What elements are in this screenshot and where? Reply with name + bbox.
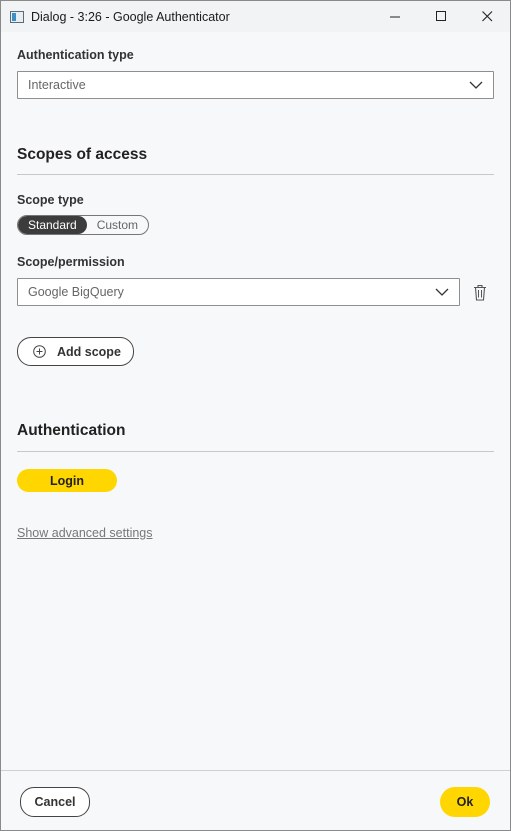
auth-type-label: Authentication type [17,48,134,62]
minimize-button[interactable] [372,1,418,32]
scope-permission-row: Google BigQuery [17,278,494,306]
ok-button[interactable]: Ok [440,787,490,817]
scopes-section-title: Scopes of access [17,146,148,163]
maximize-icon [435,11,446,21]
show-advanced-settings-link[interactable]: Show advanced settings [17,526,153,540]
scope-type-standard[interactable]: Standard [18,216,87,234]
close-icon [481,11,492,22]
scope-type-custom[interactable]: Custom [87,216,148,234]
cancel-button[interactable]: Cancel [20,787,90,817]
window-title: Dialog - 3:26 - Google Authenticator [31,9,230,24]
ok-label: Ok [456,795,474,809]
add-scope-label: Add scope [57,344,121,359]
auth-type-select[interactable]: Interactive [17,71,494,99]
scope-type-toggle: Standard Custom [17,215,150,235]
app-icon [10,10,24,23]
maximize-button[interactable] [418,1,464,32]
plus-circle-icon [33,345,46,358]
auth-type-value: Interactive [28,78,86,92]
chevron-down-icon [435,288,449,296]
scope-permission-select[interactable]: Google BigQuery [17,278,460,306]
scope-permission-label: Scope/permission [17,255,125,269]
trash-icon [474,284,486,301]
login-button[interactable]: Login [17,469,117,492]
dialog-content: Authentication type Interactive Scopes o… [1,32,510,542]
add-scope-button[interactable]: Add scope [17,337,134,366]
dialog-window: Dialog - 3:26 - Google Authenticator Aut… [0,0,511,831]
authentication-section-title: Authentication [17,422,126,439]
close-button[interactable] [464,1,510,32]
scope-permission-value: Google BigQuery [28,285,124,299]
dialog-footer: Cancel Ok [1,770,510,830]
scope-type-label: Scope type [17,193,84,207]
title-bar: Dialog - 3:26 - Google Authenticator [1,1,510,32]
chevron-down-icon [469,81,483,89]
delete-scope-button[interactable] [473,284,487,301]
login-label: Login [49,473,84,488]
cancel-label: Cancel [34,795,76,809]
minimize-icon [389,16,400,18]
